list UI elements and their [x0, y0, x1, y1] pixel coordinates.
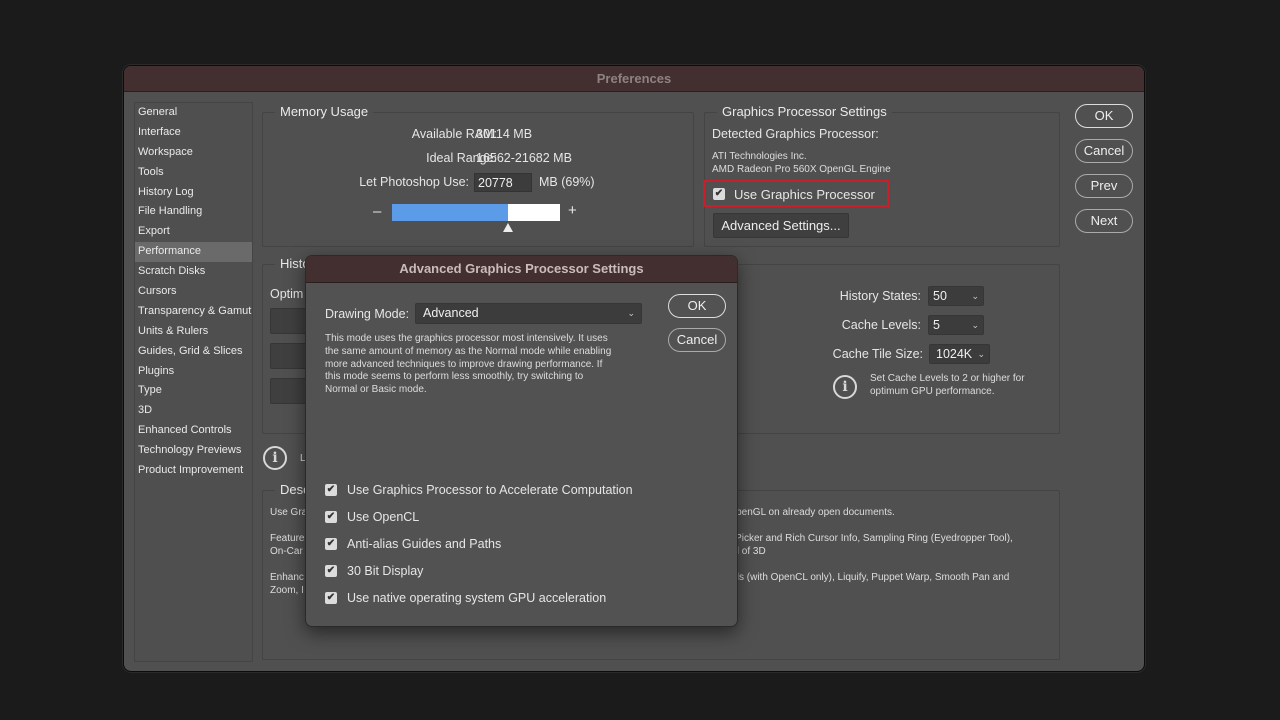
drawing-mode-description-2: the same amount of memory as the Normal … — [325, 346, 612, 357]
history-states-label: History States: — [839, 289, 921, 303]
advanced-cancel-button[interactable]: Cancel — [668, 328, 726, 352]
drawing-mode-select[interactable]: Advanced ⌄ — [415, 303, 642, 324]
advanced-gpu-dialog: Advanced Graphics Processor Settings Dra… — [305, 255, 738, 627]
use-opencl-label: Use OpenCL — [347, 510, 420, 524]
description-line-3-left: On-Car — [270, 546, 303, 557]
accelerate-computation-checkbox[interactable]: ✔ — [325, 484, 337, 496]
description-line-2-right: r Picker and Rich Cursor Info, Sampling … — [729, 533, 1013, 544]
photoshop-use-suffix: MB (69%) — [539, 175, 595, 189]
photoshop-use-label: Let Photoshop Use: — [359, 175, 469, 189]
sidebar-item-performance[interactable]: Performance — [135, 242, 252, 263]
sidebar-item-tools[interactable]: Tools — [135, 163, 252, 183]
description-line-5-left: Zoom, I — [270, 585, 304, 596]
next-button[interactable]: Next — [1075, 209, 1133, 233]
info-icon: i — [833, 375, 857, 399]
chevron-down-icon: ⌄ — [971, 291, 979, 301]
cancel-button[interactable]: Cancel — [1075, 139, 1133, 163]
sidebar-item-technology-previews[interactable]: Technology Previews — [135, 441, 252, 461]
cache-info-line-2: optimum GPU performance. — [870, 386, 995, 397]
sidebar-item-plugins[interactable]: Plugins — [135, 362, 252, 382]
drawing-mode-description-3: more advanced techniques to improve draw… — [325, 359, 603, 370]
increase-memory-button[interactable]: + — [568, 202, 577, 219]
accelerate-computation-label: Use Graphics Processor to Accelerate Com… — [347, 483, 633, 497]
info-icon: i — [263, 446, 287, 470]
prev-button[interactable]: Prev — [1075, 174, 1133, 198]
30-bit-display-label: 30 Bit Display — [347, 564, 424, 578]
decrease-memory-button[interactable]: – — [373, 203, 381, 220]
history-states-value: 50 — [933, 289, 947, 303]
cache-tile-size-value: 1024K — [936, 347, 973, 361]
sidebar-item-history-log[interactable]: History Log — [135, 183, 252, 203]
gpu-model: AMD Radeon Pro 560X OpenGL Engine — [712, 164, 891, 175]
description-line-1-right: e OpenGL on already open documents. — [720, 507, 895, 518]
use-gpu-checkbox[interactable]: ✔ — [713, 188, 725, 200]
advanced-ok-button[interactable]: OK — [668, 294, 726, 318]
sidebar-item-cursors[interactable]: Cursors — [135, 282, 252, 302]
advanced-dialog-title: Advanced Graphics Processor Settings — [306, 256, 737, 283]
cache-levels-label: Cache Levels: — [841, 318, 921, 332]
cache-info-line-1: Set Cache Levels to 2 or higher for — [870, 373, 1025, 384]
chevron-down-icon: ⌄ — [971, 320, 979, 330]
detected-gpu-label: Detected Graphics Processor: — [712, 127, 879, 141]
sidebar-item-general[interactable]: General — [135, 103, 252, 123]
gpu-settings-group: Graphics Processor Settings Detected Gra… — [703, 104, 1060, 247]
drawing-mode-description-5: Normal or Basic mode. — [325, 384, 427, 395]
window-title: Preferences — [124, 66, 1144, 92]
use-opencl-checkbox[interactable]: ✔ — [325, 511, 337, 523]
anti-alias-label: Anti-alias Guides and Paths — [347, 537, 502, 551]
description-line-4-right: ails (with OpenCL only), Liquify, Puppet… — [729, 572, 1010, 583]
description-line-4-left: Enhanc — [270, 572, 304, 583]
chevron-down-icon: ⌄ — [977, 349, 985, 359]
sidebar-item-enhanced-controls[interactable]: Enhanced Controls — [135, 421, 252, 441]
description-line-2-left: Feature — [270, 533, 305, 544]
cache-tile-size-select[interactable]: 1024K ⌄ — [929, 344, 990, 364]
native-gpu-acceleration-label: Use native operating system GPU accelera… — [347, 591, 607, 605]
sidebar-item-guides-grid-slices[interactable]: Guides, Grid & Slices — [135, 342, 252, 362]
drawing-mode-description-4: this mode seems to perform less smoothly… — [325, 371, 584, 382]
gpu-vendor: ATI Technologies Inc. — [712, 151, 807, 162]
sidebar-item-transparency-gamut[interactable]: Transparency & Gamut — [135, 302, 252, 322]
history-states-select[interactable]: 50 ⌄ — [928, 286, 984, 306]
cache-tile-size-label: Cache Tile Size: — [832, 347, 923, 361]
memory-usage-group: Memory Usage Available RAM: 30114 MB Ide… — [262, 104, 694, 247]
drawing-mode-label: Drawing Mode: — [325, 307, 410, 321]
sidebar-item-workspace[interactable]: Workspace — [135, 143, 252, 163]
memory-slider-track[interactable] — [392, 204, 560, 221]
preferences-sidebar: General Interface Workspace Tools Histor… — [134, 102, 253, 662]
memory-slider-fill — [392, 204, 508, 221]
ok-button[interactable]: OK — [1075, 104, 1133, 128]
sidebar-item-scratch-disks[interactable]: Scratch Disks — [135, 262, 252, 282]
anti-alias-checkbox[interactable]: ✔ — [325, 538, 337, 550]
sidebar-item-interface[interactable]: Interface — [135, 123, 252, 143]
native-gpu-acceleration-checkbox[interactable]: ✔ — [325, 592, 337, 604]
drawing-mode-value: Advanced — [423, 306, 479, 320]
advanced-settings-button[interactable]: Advanced Settings... — [713, 213, 849, 238]
description-line-1-left: Use Gra — [270, 507, 308, 518]
memory-slider-thumb[interactable] — [502, 223, 513, 232]
ideal-range-value: 16562-21682 MB — [476, 151, 572, 165]
memory-usage-title: Memory Usage — [275, 104, 374, 119]
sidebar-item-type[interactable]: Type — [135, 381, 252, 401]
optimize-label: Optim — [270, 287, 304, 301]
cache-levels-select[interactable]: 5 ⌄ — [928, 315, 984, 335]
chevron-down-icon: ⌄ — [627, 308, 635, 318]
use-gpu-label: Use Graphics Processor — [734, 187, 875, 202]
sidebar-item-file-handling[interactable]: File Handling — [135, 202, 252, 222]
gpu-settings-title: Graphics Processor Settings — [717, 104, 892, 119]
drawing-mode-description-1: This mode uses the graphics processor mo… — [325, 333, 608, 344]
sidebar-item-export[interactable]: Export — [135, 222, 252, 242]
sidebar-item-units-rulers[interactable]: Units & Rulers — [135, 322, 252, 342]
sidebar-item-product-improvement[interactable]: Product Improvement — [135, 461, 252, 481]
available-ram-value: 30114 MB — [476, 127, 533, 141]
30-bit-display-checkbox[interactable]: ✔ — [325, 565, 337, 577]
photoshop-use-input[interactable] — [474, 173, 532, 192]
sidebar-item-3d[interactable]: 3D — [135, 401, 252, 421]
cache-levels-value: 5 — [933, 318, 940, 332]
